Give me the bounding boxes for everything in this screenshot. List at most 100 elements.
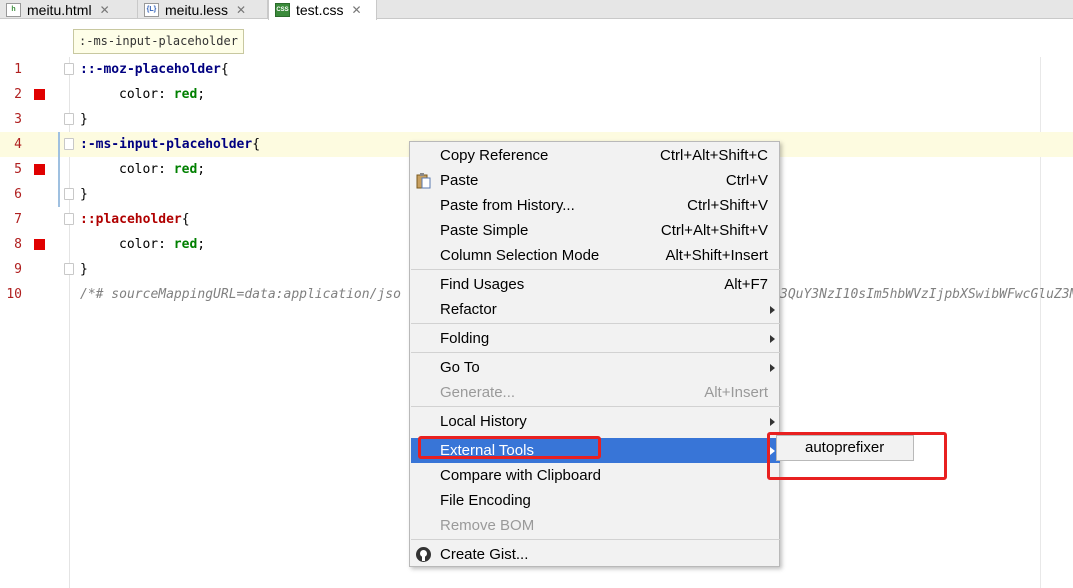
menu-item-paste[interactable]: Paste Ctrl+V: [411, 168, 780, 193]
menu-item-shortcut: Ctrl+Alt+Shift+C: [660, 147, 768, 164]
css-property: color:: [119, 87, 174, 102]
tab-label: test.css: [296, 2, 344, 18]
menu-item-shortcut: Alt+Insert: [704, 384, 768, 401]
menu-separator: [411, 269, 780, 270]
tab-label: meitu.html: [27, 1, 92, 18]
menu-item-label: Generate...: [440, 384, 516, 401]
menu-item-label: Paste from History...: [440, 197, 575, 214]
menu-item-folding[interactable]: Folding: [411, 326, 780, 351]
color-marker-icon[interactable]: [34, 89, 45, 100]
menu-item-label: Remove BOM: [440, 517, 535, 534]
css-file-icon: CSS: [275, 3, 290, 17]
menu-item-paste-simple[interactable]: Paste Simple Ctrl+Alt+Shift+V: [411, 218, 780, 243]
line-number: 6: [14, 187, 22, 202]
menu-item-label: Create Gist...: [440, 546, 529, 563]
line-number: 8: [14, 237, 22, 252]
code-line[interactable]: 2 color: red;: [0, 82, 1073, 107]
menu-item-label: Folding: [440, 330, 490, 347]
fold-icon[interactable]: [64, 113, 74, 125]
line-number: 9: [14, 262, 22, 277]
semicolon: ;: [197, 237, 206, 252]
menu-item-find-usages[interactable]: Find Usages Alt+F7: [411, 272, 780, 297]
css-value: red: [173, 162, 198, 177]
fold-icon[interactable]: [64, 63, 74, 75]
css-selector: :-ms-input-placeholder: [80, 137, 253, 152]
line-number: 4: [14, 137, 22, 152]
source-map-comment: /*# sourceMappingURL=data:application/js…: [80, 287, 401, 302]
close-icon[interactable]: ✕: [351, 3, 361, 17]
line-number: 2: [14, 87, 22, 102]
menu-item-remove-bom: Remove BOM: [411, 513, 780, 538]
menu-item-label: Find Usages: [440, 276, 525, 293]
menu-separator: [411, 406, 780, 407]
code-line[interactable]: 1 ::-moz-placeholder{: [0, 57, 1073, 82]
fold-icon[interactable]: [64, 188, 74, 200]
menu-item-local-history[interactable]: Local History: [411, 409, 780, 434]
menu-item-label: Compare with Clipboard: [440, 467, 601, 484]
tab-meitu-html[interactable]: h meitu.html ✕: [0, 0, 138, 19]
brace: {: [252, 137, 261, 152]
code-text: color: red;: [80, 82, 205, 107]
html-file-icon: h: [6, 2, 21, 17]
menu-item-paste-from-history[interactable]: Paste from History... Ctrl+Shift+V: [411, 193, 780, 218]
menu-item-label: Go To: [440, 359, 480, 376]
fold-icon[interactable]: [64, 138, 74, 150]
css-selector: ::-moz-placeholder: [80, 62, 221, 77]
brace: {: [181, 212, 190, 227]
code-text: }: [80, 262, 88, 277]
code-text: }: [80, 112, 88, 127]
paste-icon: [416, 173, 431, 189]
line-number: 3: [14, 112, 22, 127]
close-icon[interactable]: ✕: [100, 3, 110, 17]
menu-item-label: Refactor: [440, 301, 497, 318]
menu-item-label: File Encoding: [440, 492, 531, 509]
code-line[interactable]: 3 }: [0, 107, 1073, 132]
menu-item-label: Local History: [440, 413, 527, 430]
menu-item-shortcut: Ctrl+Shift+V: [687, 197, 768, 214]
source-map-comment-tail: 3QuY3NzI10sIm5hbWVzIjpbXSwibWFwcGluZ3M: [780, 287, 1073, 302]
tab-meitu-less[interactable]: {L} meitu.less ✕: [138, 0, 268, 19]
menu-item-refactor[interactable]: Refactor: [411, 297, 780, 322]
fold-icon[interactable]: [64, 263, 74, 275]
menu-item-shortcut: Ctrl+Alt+Shift+V: [660, 222, 768, 239]
submenu-arrow-icon: [770, 364, 775, 372]
menu-item-go-to[interactable]: Go To: [411, 355, 780, 380]
line-number: 7: [14, 212, 22, 227]
css-property: color:: [119, 162, 174, 177]
color-marker-icon[interactable]: [34, 164, 45, 175]
menu-item-copy-reference[interactable]: Copy Reference Ctrl+Alt+Shift+C: [411, 143, 780, 168]
line-number: 1: [14, 62, 22, 77]
menu-item-label: Paste Simple: [440, 222, 529, 239]
color-marker-icon[interactable]: [34, 239, 45, 250]
menu-item-label: Copy Reference: [440, 147, 549, 164]
less-file-icon: {L}: [144, 2, 159, 17]
menu-item-shortcut: Alt+F7: [724, 276, 768, 293]
menu-item-create-gist[interactable]: Create Gist...: [411, 542, 780, 567]
menu-item-file-encoding[interactable]: File Encoding: [411, 488, 780, 513]
line-number: 5: [14, 162, 22, 177]
submenu-arrow-icon: [770, 418, 775, 426]
context-menu: Copy Reference Ctrl+Alt+Shift+C Paste Ct…: [409, 141, 780, 567]
code-text: ::placeholder{: [80, 207, 190, 232]
annotation-highlight: [418, 436, 601, 459]
code-text: :-ms-input-placeholder{: [80, 132, 260, 157]
breadcrumb[interactable]: :-ms-input-placeholder: [73, 29, 244, 54]
fold-icon[interactable]: [64, 213, 74, 225]
close-icon[interactable]: ✕: [236, 3, 246, 17]
css-property: color:: [119, 237, 174, 252]
menu-item-shortcut: Ctrl+V: [725, 172, 768, 189]
menu-item-shortcut: Alt+Shift+Insert: [665, 247, 768, 264]
github-icon: [416, 547, 431, 562]
semicolon: ;: [197, 162, 206, 177]
menu-separator: [411, 539, 780, 540]
menu-item-generate: Generate... Alt+Insert: [411, 380, 780, 405]
tab-test-css[interactable]: CSS test.css ✕: [268, 0, 377, 20]
css-value: red: [173, 87, 198, 102]
css-value: red: [173, 237, 198, 252]
code-text: ::-moz-placeholder{: [80, 57, 229, 82]
semicolon: ;: [197, 87, 206, 102]
menu-item-compare-with-clipboard[interactable]: Compare with Clipboard: [411, 463, 780, 488]
code-text: }: [80, 187, 88, 202]
menu-item-column-selection-mode[interactable]: Column Selection Mode Alt+Shift+Insert: [411, 243, 780, 268]
annotation-highlight: [767, 432, 947, 480]
